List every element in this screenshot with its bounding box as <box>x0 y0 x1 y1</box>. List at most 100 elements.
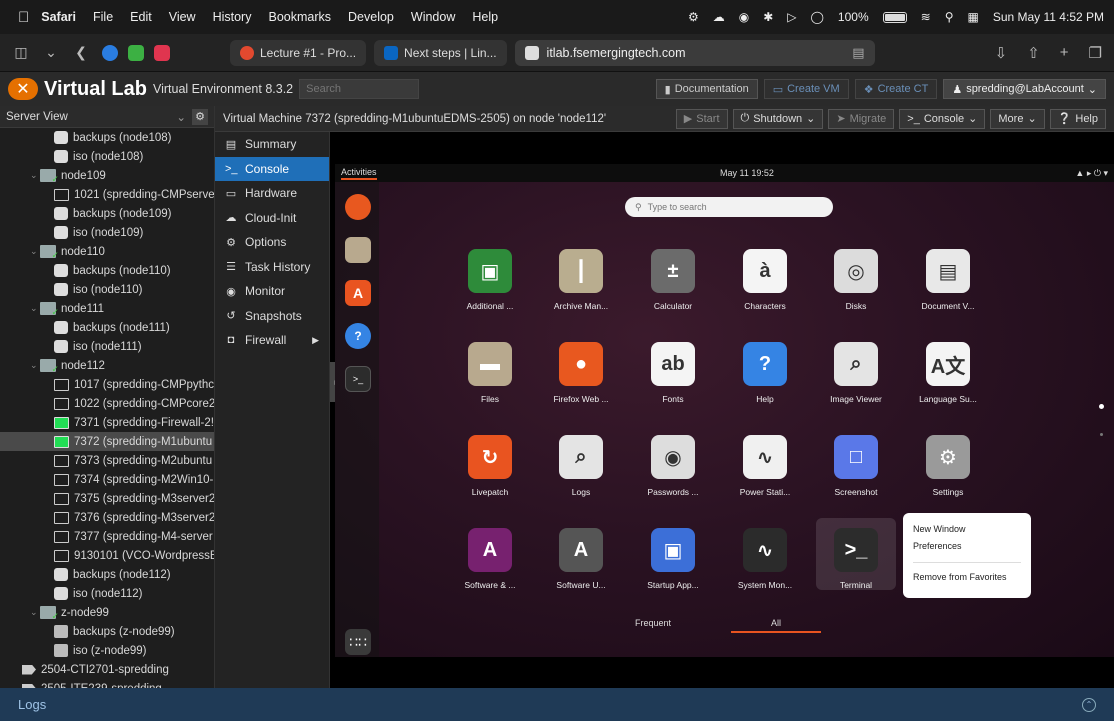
app-livepatch[interactable]: ↻ Livepatch <box>450 435 530 515</box>
tree-node[interactable]: 1021 (spredding-CMPserve <box>0 185 214 204</box>
tree-node[interactable]: backups (node109) <box>0 204 214 223</box>
menubar-clock[interactable]: Sun May 11 4:52 PM <box>993 10 1104 24</box>
sidebar-toggle-icon[interactable]: ◫ <box>12 44 30 62</box>
battery-percent[interactable]: 100% <box>838 10 869 24</box>
app-system-mon[interactable]: ∿ System Mon... <box>725 528 805 608</box>
browser-tab-linkedin[interactable]: Next steps | Lin... <box>374 39 507 66</box>
tree-node[interactable]: backups (z-node99) <box>0 622 214 641</box>
search-input[interactable] <box>299 79 420 99</box>
app-additional[interactable]: ▣ Additional ... <box>450 249 530 329</box>
tree-node[interactable]: iso (node108) <box>0 147 214 166</box>
console-button[interactable]: >_ Console ⌄ <box>899 108 986 129</box>
tree-node[interactable]: 9130101 (VCO-WordpressE <box>0 546 214 565</box>
address-bar[interactable]: itlab.fsemergingtech.com ▤ <box>514 39 875 66</box>
tree-node[interactable]: 2505-ITE239-spredding <box>0 679 214 688</box>
tree-node[interactable]: iso (node112) <box>0 584 214 603</box>
user-menu-button[interactable]: ♟ spredding@LabAccount ⌄ <box>943 79 1106 99</box>
tab-all[interactable]: All <box>731 618 822 633</box>
app-characters[interactable]: à Characters <box>725 249 805 329</box>
cloud-icon[interactable]: ☁ <box>713 10 725 24</box>
app-terminal[interactable]: >_ Terminal <box>816 518 896 590</box>
tree-node[interactable]: ⌄ z-node99 <box>0 603 214 622</box>
guest-clock[interactable]: May 11 19:52 <box>720 168 774 178</box>
tree-node[interactable]: iso (node110) <box>0 280 214 299</box>
firefox-icon[interactable] <box>345 194 371 220</box>
menu-edit[interactable]: Edit <box>130 10 152 24</box>
shutdown-button[interactable]: ⏻ Shutdown ⌄ <box>732 108 824 129</box>
vm-menu-firewall[interactable]: ◘ Firewall ▶ <box>215 328 329 353</box>
logs-panel[interactable]: Logs ⌃ <box>0 688 1114 721</box>
browser-tab-lecture[interactable]: Lecture #1 - Pro... <box>230 39 367 66</box>
new-tab-icon[interactable]: + <box>1060 44 1069 62</box>
vm-menu-snapshots[interactable]: ↺ Snapshots <box>215 304 329 329</box>
vm-menu-task-history[interactable]: ☰ Task History <box>215 255 329 280</box>
apple-menu-icon[interactable]:  <box>18 9 29 26</box>
play-icon[interactable]: ▷ <box>787 10 796 24</box>
bluetooth-icon[interactable]: ✱ <box>763 10 773 24</box>
tree-node[interactable]: iso (node111) <box>0 337 214 356</box>
vm-menu-monitor[interactable]: ◉ Monitor <box>215 279 329 304</box>
menu-view[interactable]: View <box>169 10 196 24</box>
tree-node[interactable]: ⌄ node110 <box>0 242 214 261</box>
more-button[interactable]: More ⌄ <box>990 108 1045 129</box>
tree-node[interactable]: 7371 (spredding-Firewall-2! <box>0 413 214 432</box>
tree-node[interactable]: 7376 (spredding-M3server2 <box>0 508 214 527</box>
vpn-icon[interactable]: ◉ <box>739 10 749 24</box>
app-center-icon[interactable]: A <box>345 280 371 306</box>
view-select[interactable]: Server View <box>6 111 176 123</box>
system-tray-icon[interactable]: ▲ ▸ ⏻ ▾ <box>1075 168 1108 179</box>
menu-file[interactable]: File <box>93 10 113 24</box>
preferences-item[interactable]: Preferences <box>913 538 1021 555</box>
expand-caret-icon[interactable]: ⌄ <box>30 303 40 314</box>
app-image-viewer[interactable]: ⌕ Image Viewer <box>816 342 896 422</box>
tree-node[interactable]: 2504-CTI2701-spredding <box>0 660 214 679</box>
tree-node[interactable]: backups (node108) <box>0 128 214 147</box>
expand-caret-icon[interactable]: ⌄ <box>30 246 40 257</box>
tree-node[interactable]: backups (node111) <box>0 318 214 337</box>
battery-icon[interactable] <box>882 11 907 23</box>
ubuntu-desktop[interactable]: Activities May 11 19:52 ▲ ▸ ⏻ ▾ A ? >_ ∷… <box>335 164 1114 657</box>
migrate-button[interactable]: ➤ Migrate <box>828 108 895 129</box>
control-icon[interactable]: ⚙ <box>688 10 699 24</box>
create-ct-button[interactable]: ❖ Create CT <box>854 79 938 99</box>
expand-caret-icon[interactable]: ⌄ <box>30 170 40 181</box>
new-window-item[interactable]: New Window <box>913 521 1021 538</box>
app-firefox-web[interactable]: ● Firefox Web ... <box>541 342 621 422</box>
tree-node[interactable]: iso (z-node99) <box>0 641 214 660</box>
app-screenshot[interactable]: □ Screenshot <box>816 435 896 515</box>
documentation-button[interactable]: ▮ Documentation <box>655 79 758 99</box>
page-indicator[interactable] <box>1099 404 1104 460</box>
create-vm-button[interactable]: ▭ Create VM <box>763 79 849 99</box>
app-software[interactable]: A Software & ... <box>450 528 530 608</box>
start-button[interactable]: ▶ Start <box>675 108 728 129</box>
tree-node[interactable]: 7377 (spredding-M4-server <box>0 527 214 546</box>
wifi-icon[interactable]: ≋ <box>921 10 931 24</box>
tree-node[interactable]: ⌄ node111 <box>0 299 214 318</box>
tree-node[interactable]: 7374 (spredding-M2Win10- <box>0 470 214 489</box>
gnome-search-input[interactable]: ⚲ Type to search <box>625 197 833 217</box>
show-apps-icon[interactable]: ∷∷ <box>345 629 371 655</box>
menu-help[interactable]: Help <box>472 10 498 24</box>
extension-blue-icon[interactable] <box>102 44 118 61</box>
app-calculator[interactable]: ± Calculator <box>633 249 713 329</box>
expand-icon[interactable]: ⌃ <box>1082 697 1096 712</box>
share-icon[interactable]: ⇧ <box>1027 44 1040 62</box>
tree-node[interactable]: backups (node112) <box>0 565 214 584</box>
tab-frequent[interactable]: Frequent <box>635 618 671 633</box>
spotlight-icon[interactable]: ⚲ <box>945 10 954 24</box>
expand-caret-icon[interactable]: ⌄ <box>30 607 40 618</box>
vm-menu-cloud-init[interactable]: ☁ Cloud-Init <box>215 206 329 231</box>
tree-node[interactable]: 7375 (spredding-M3server2 <box>0 489 214 508</box>
app-language-su[interactable]: A文 Language Su... <box>908 342 988 422</box>
tab-overview-icon[interactable]: ❐ <box>1089 44 1102 62</box>
app-files[interactable]: ▬ Files <box>450 342 530 422</box>
reader-icon[interactable]: ▤ <box>852 45 864 61</box>
tree-node[interactable]: 1022 (spredding-CMPcore2 <box>0 394 214 413</box>
back-icon[interactable]: ❮ <box>72 44 90 62</box>
app-startup-app[interactable]: ▣ Startup App... <box>633 528 713 608</box>
activities-button[interactable]: Activities <box>341 167 377 180</box>
menu-window[interactable]: Window <box>411 10 455 24</box>
app-settings[interactable]: ⚙ Settings <box>908 435 988 515</box>
terminal-icon[interactable]: >_ <box>345 366 371 392</box>
extension-pocket-icon[interactable] <box>154 44 170 61</box>
